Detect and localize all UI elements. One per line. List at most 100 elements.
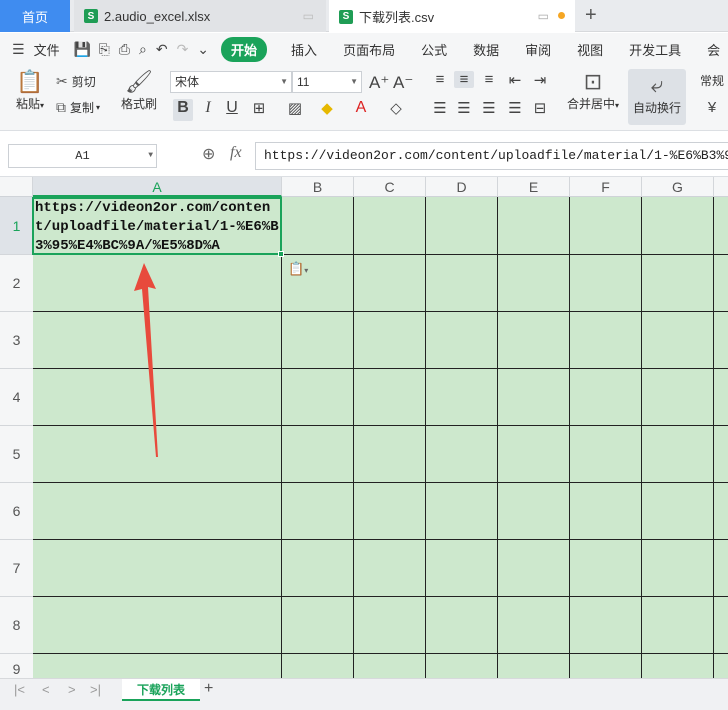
monitor-icon[interactable]: ▭ — [538, 9, 549, 23]
align-center-icon[interactable]: ☰ — [454, 99, 474, 117]
clipboard-icon: 📋 — [16, 69, 44, 94]
gridline — [713, 197, 714, 678]
menu-insert[interactable]: 插入 — [291, 40, 317, 59]
bold-button[interactable]: B — [173, 99, 193, 121]
align-top-icon[interactable]: ≡ — [430, 71, 450, 88]
align-left-icon[interactable]: ☰ — [430, 99, 450, 117]
paste-button[interactable]: 📋 粘贴▾ — [10, 69, 50, 112]
last-sheet-icon[interactable]: >| — [90, 682, 101, 697]
more-chevron-icon[interactable]: ⌄ — [197, 41, 209, 58]
menu-start[interactable]: 开始 — [221, 36, 268, 62]
export-icon[interactable]: ⎘ — [99, 41, 110, 58]
fill-color-icon[interactable]: ◆ — [317, 99, 337, 117]
tab-home-label: 首页 — [21, 9, 48, 25]
name-box[interactable]: A1 ▼ — [8, 144, 157, 168]
column-header-g[interactable]: G — [642, 177, 714, 197]
column-header-c[interactable]: C — [354, 177, 426, 197]
borders-icon[interactable]: ⊞ — [249, 99, 269, 117]
row-header-5[interactable]: 5 — [0, 426, 33, 483]
menu-data[interactable]: 数据 — [473, 40, 499, 59]
save-icon[interactable]: 💾 — [74, 41, 91, 58]
underline-button[interactable]: U — [222, 99, 242, 117]
chevron-down-icon: ▼ — [280, 77, 288, 86]
align-right-icon[interactable]: ☰ — [479, 99, 499, 117]
tab-download-csv[interactable]: S 下载列表.csv ▭ — [329, 0, 575, 33]
copy-icon: ⧉ — [56, 99, 66, 115]
row-header-1[interactable]: 1 — [0, 197, 33, 255]
zoom-icon[interactable]: ⊕ — [202, 144, 215, 164]
font-color-icon[interactable]: A — [351, 99, 371, 117]
font-name-value: 宋体 — [175, 75, 200, 89]
row-header-3[interactable]: 3 — [0, 312, 33, 369]
column-header-e[interactable]: E — [498, 177, 570, 197]
gridline — [353, 197, 354, 678]
merge-center-button[interactable]: ⊡ 合并居中▾ — [562, 69, 624, 112]
currency-button[interactable]: ¥ — [702, 99, 722, 116]
hamburger-icon[interactable]: ☰ — [12, 41, 25, 58]
paste-options-icon[interactable]: 📋▾ — [288, 261, 308, 277]
menu-developer[interactable]: 开发工具 — [629, 40, 681, 59]
menu-review[interactable]: 审阅 — [525, 40, 551, 59]
font-name-select[interactable]: 宋体 ▼ — [170, 71, 292, 93]
row-header-7[interactable]: 7 — [0, 540, 33, 597]
column-header-f[interactable]: F — [570, 177, 642, 197]
menu-file[interactable]: 文件 — [34, 40, 60, 59]
tab-audio-excel[interactable]: S 2.audio_excel.xlsx ▭ — [74, 0, 326, 32]
undo-icon[interactable]: ↶ — [156, 41, 168, 58]
cell-style-icon[interactable]: ▨ — [285, 99, 305, 117]
formula-input[interactable]: https://videon2or.com/content/uploadfile… — [255, 142, 728, 170]
justify-icon[interactable]: ☰ — [505, 99, 525, 117]
select-all-corner[interactable] — [0, 177, 33, 197]
align-middle-icon[interactable]: ≡ — [454, 71, 474, 88]
format-painter-button[interactable]: 🖌 格式刷 — [118, 69, 160, 112]
row-header-6[interactable]: 6 — [0, 483, 33, 540]
monitor-icon[interactable]: ▭ — [303, 9, 314, 23]
gridline — [33, 539, 728, 540]
menu-formulas[interactable]: 公式 — [421, 40, 447, 59]
decrease-font-icon[interactable]: A⁻ — [393, 73, 413, 93]
scissors-icon: ✂ — [56, 73, 68, 89]
wrap-text-button[interactable]: ⤶ 自动换行 — [628, 69, 686, 125]
distributed-icon[interactable]: ⊟ — [530, 99, 550, 117]
cut-button[interactable]: ✂ 剪切 — [56, 73, 96, 90]
annotation-arrow — [134, 263, 158, 457]
new-tab-button[interactable]: + — [585, 4, 597, 27]
fx-icon[interactable]: fx — [230, 144, 242, 162]
gridline — [33, 653, 728, 654]
gridline — [281, 197, 282, 678]
increase-font-icon[interactable]: A⁺ — [369, 73, 389, 93]
brush-icon: 🖌 — [125, 69, 153, 94]
fill-handle[interactable] — [278, 251, 284, 257]
column-header-b[interactable]: B — [282, 177, 354, 197]
paste-label: 粘贴 — [15, 97, 40, 111]
number-format-select[interactable]: 常规 — [696, 71, 728, 93]
prev-sheet-icon[interactable]: < — [42, 682, 50, 697]
spreadsheet-grid: A B C D E F G 1 2 3 4 5 6 7 8 9 https://… — [0, 177, 728, 678]
copy-button[interactable]: ⧉ 复制 ▾ — [56, 99, 100, 116]
row-header-4[interactable]: 4 — [0, 369, 33, 426]
eraser-icon[interactable]: ◇ — [386, 99, 406, 117]
indent-increase-icon[interactable]: ⇥ — [530, 71, 550, 89]
sheet-tab-active[interactable]: 下载列表 — [122, 679, 200, 701]
align-bottom-icon[interactable]: ≡ — [479, 71, 499, 88]
print-icon[interactable]: ⎙ — [119, 41, 130, 58]
add-sheet-button[interactable]: + — [204, 680, 213, 698]
next-sheet-icon[interactable]: > — [68, 682, 76, 697]
indent-decrease-icon[interactable]: ⇤ — [505, 71, 525, 89]
italic-button[interactable]: I — [198, 99, 218, 117]
font-size-select[interactable]: 11 ▼ — [292, 71, 362, 93]
menu-more[interactable]: 会 — [707, 40, 720, 59]
menu-page-layout[interactable]: 页面布局 — [343, 40, 395, 59]
row-header-9[interactable]: 9 — [0, 654, 33, 678]
tab-home[interactable]: 首页 — [0, 0, 70, 32]
unsaved-dot-icon — [558, 12, 565, 19]
menu-view[interactable]: 视图 — [577, 40, 603, 59]
column-header-a[interactable]: A — [33, 177, 282, 197]
redo-icon[interactable]: ↷ — [177, 41, 189, 58]
row-header-8[interactable]: 8 — [0, 597, 33, 654]
column-header-d[interactable]: D — [426, 177, 498, 197]
first-sheet-icon[interactable]: |< — [14, 682, 25, 697]
row-header-2[interactable]: 2 — [0, 255, 33, 312]
print-preview-icon[interactable]: ⌕ — [139, 41, 147, 58]
gridline — [33, 596, 728, 597]
